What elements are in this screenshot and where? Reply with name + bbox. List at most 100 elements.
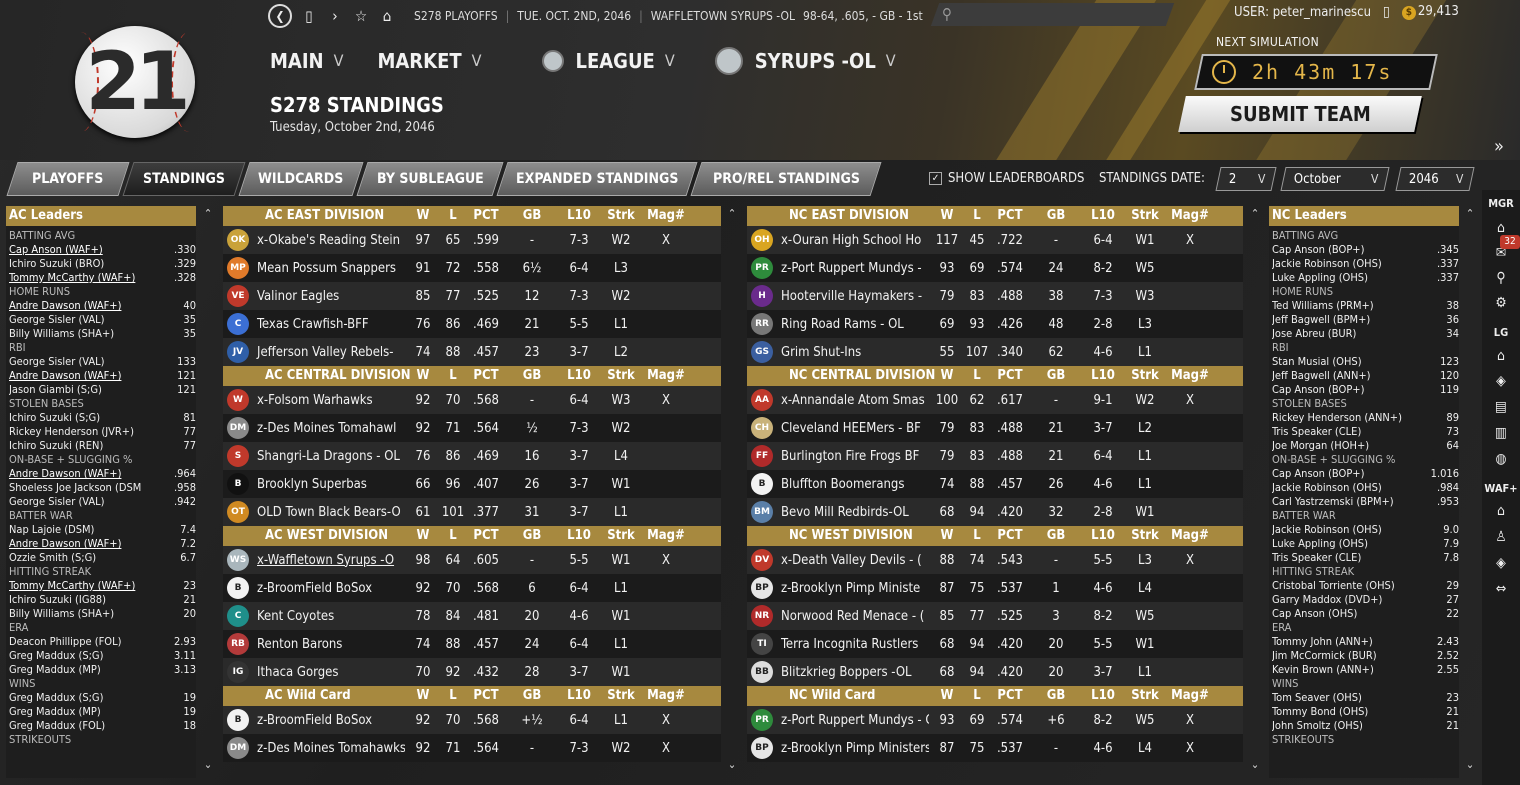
team-name[interactable]: z-Port Ruppert Mundys - OL [777,713,929,728]
column-header[interactable]: W [405,686,441,706]
leader-player[interactable]: Stan Musial (OHS) [1272,355,1417,369]
nav-playoffs[interactable]: S278 PLAYOFFS [414,9,498,23]
year-select[interactable]: 2046 V [1395,167,1475,191]
card-icon[interactable]: ▤ [1482,399,1520,415]
column-header[interactable]: L [965,206,989,226]
column-header[interactable]: GB [1031,206,1081,226]
leader-player[interactable]: Ichiro Suzuki (REN) [9,439,154,453]
team-logo-icon[interactable]: DM [227,737,249,759]
scroll-up-icon[interactable]: ⌃ [1464,207,1476,220]
tab-by-subleague[interactable]: BY SUBLEAGUE [356,162,504,196]
team-logo-icon[interactable]: BP [751,737,773,759]
collapse-chevron-icon[interactable]: » [1494,136,1504,157]
leader-player[interactable]: Luke Appling (OHS) [1272,271,1417,285]
phone-icon[interactable]: ▯ [1383,4,1390,20]
team-logo-icon[interactable]: NR [751,605,773,627]
day-select[interactable]: 2V [1215,167,1277,191]
tab-playoffs[interactable]: PLAYOFFS [6,162,130,196]
show-leaderboards-toggle[interactable]: ✓ SHOW LEADERBOARDS [929,171,1084,186]
team-logo-icon[interactable]: C [227,313,249,335]
month-select[interactable]: October V [1280,167,1390,191]
column-header[interactable]: GB [1031,366,1081,386]
column-header[interactable]: Strk [1125,206,1165,226]
star-icon[interactable]: ☆ [348,4,374,28]
team-name[interactable]: x-Okabe's Reading Stein [253,233,405,248]
column-header[interactable]: Mag# [1165,526,1215,546]
column-header[interactable]: Mag# [641,366,691,386]
column-header[interactable]: Strk [601,686,641,706]
team-name[interactable]: Renton Barons [253,637,405,652]
column-header[interactable]: Mag# [1165,206,1215,226]
tab-expanded-standings[interactable]: EXPANDED STANDINGS [496,162,698,196]
column-header[interactable]: L10 [1081,206,1125,226]
home-icon[interactable]: ⌂ [1482,348,1520,364]
column-header[interactable]: Mag# [1165,366,1215,386]
team-logo-icon[interactable]: GS [751,341,773,363]
team-name[interactable]: x-Ouran High School Ho [777,233,929,248]
team-logo-icon[interactable]: RB [227,633,249,655]
team-name[interactable]: x-Waffletown Syrups -O [253,553,405,568]
team-name[interactable]: Valinor Eagles [253,289,405,304]
team-name[interactable]: OLD Town Black Bears-O [253,505,405,520]
team-name[interactable]: Blitzkrieg Boppers -OL [777,665,929,680]
column-header[interactable]: W [405,206,441,226]
team-name[interactable]: Terra Incognita Rustlers [777,637,929,652]
team-logo-icon[interactable]: OK [227,229,249,251]
column-header[interactable]: Strk [601,366,641,386]
column-header[interactable]: L [965,366,989,386]
scroll-down-icon[interactable]: ⌄ [726,758,738,771]
team-name[interactable]: Hooterville Haymakers - [777,289,929,304]
team-name[interactable]: z-Brooklyn Pimp Ministe [777,581,929,596]
leader-player[interactable]: Jackie Robinson (OHS) [1272,257,1417,271]
user-name[interactable]: USER: peter_marinescu [1234,5,1371,20]
leader-player[interactable]: Deacon Phillippe (FOL) [9,635,154,649]
leader-player[interactable]: Cap Anson (BOP+) [1272,467,1417,481]
leader-player[interactable]: Andre Dawson (WAF+) [9,467,154,481]
team-name[interactable]: Jefferson Valley Rebels- [253,345,405,360]
column-header[interactable]: L [441,686,465,706]
leader-player[interactable]: Cap Anson (WAF+) [9,243,154,257]
scroll-up-icon[interactable]: ⌃ [202,207,214,220]
tab-wildcards[interactable]: WILDCARDS [238,162,364,196]
location-icon[interactable]: ◈ [1482,555,1520,571]
leader-player[interactable]: Greg Maddux (FOL) [9,719,154,733]
column-header[interactable]: GB [507,206,557,226]
column-header[interactable]: L [965,526,989,546]
leader-player[interactable]: Andre Dawson (WAF+) [9,299,154,313]
menu-team[interactable]: SYRUPS -OL V [714,46,896,76]
team-name[interactable]: z-Brooklyn Pimp Ministers - [777,741,929,756]
leader-player[interactable]: Tommy John (ANN+) [1272,635,1417,649]
gear-icon[interactable]: ⚙ [1482,295,1520,311]
leader-player[interactable]: Rickey Henderson (JVR+) [9,425,154,439]
location-icon[interactable]: ◈ [1482,373,1520,389]
column-header[interactable]: Mag# [641,526,691,546]
team-logo-icon[interactable]: TI [751,633,773,655]
leader-player[interactable]: Jackie Robinson (OHS) [1272,481,1417,495]
submit-team-button[interactable]: SUBMIT TEAM [1178,96,1422,132]
team-logo-icon[interactable]: B [227,473,249,495]
column-header[interactable]: W [929,366,965,386]
leader-player[interactable]: Carl Yastrzemski (BPM+) [1272,495,1417,509]
tab-standings[interactable]: STANDINGS [122,162,246,196]
menu-main[interactable]: MAIN V [270,46,343,76]
team-logo-icon[interactable]: WS [227,549,249,571]
leader-player[interactable]: Garry Maddox (DVD+) [1272,593,1417,607]
page-icon[interactable]: ▯ [296,4,322,28]
leader-player[interactable]: Rickey Henderson (ANN+) [1272,411,1417,425]
scroll-down-icon[interactable]: ⌄ [1249,758,1261,771]
nav-team[interactable]: WAFFLETOWN SYRUPS -OL [651,9,795,23]
team-name[interactable]: x-Death Valley Devils - ( [777,553,929,568]
leader-player[interactable]: Cap Anson (BOP+) [1272,243,1417,257]
search-icon[interactable]: ⚲ [1482,270,1520,286]
leader-player[interactable]: Greg Maddux (MP) [9,663,154,677]
column-header[interactable]: L10 [557,526,601,546]
column-header[interactable]: GB [507,526,557,546]
team-logo-icon[interactable]: VE [227,285,249,307]
ball-icon[interactable]: ◍ [1482,451,1520,467]
team-logo-icon[interactable]: AA [751,389,773,411]
bar-chart-icon[interactable]: ▥ [1482,425,1520,441]
column-header[interactable]: Strk [1125,686,1165,706]
column-header[interactable]: PCT [465,206,507,226]
leader-player[interactable]: Cap Anson (BOP+) [1272,383,1417,397]
team-name[interactable]: Norwood Red Menace - ( [777,609,929,624]
